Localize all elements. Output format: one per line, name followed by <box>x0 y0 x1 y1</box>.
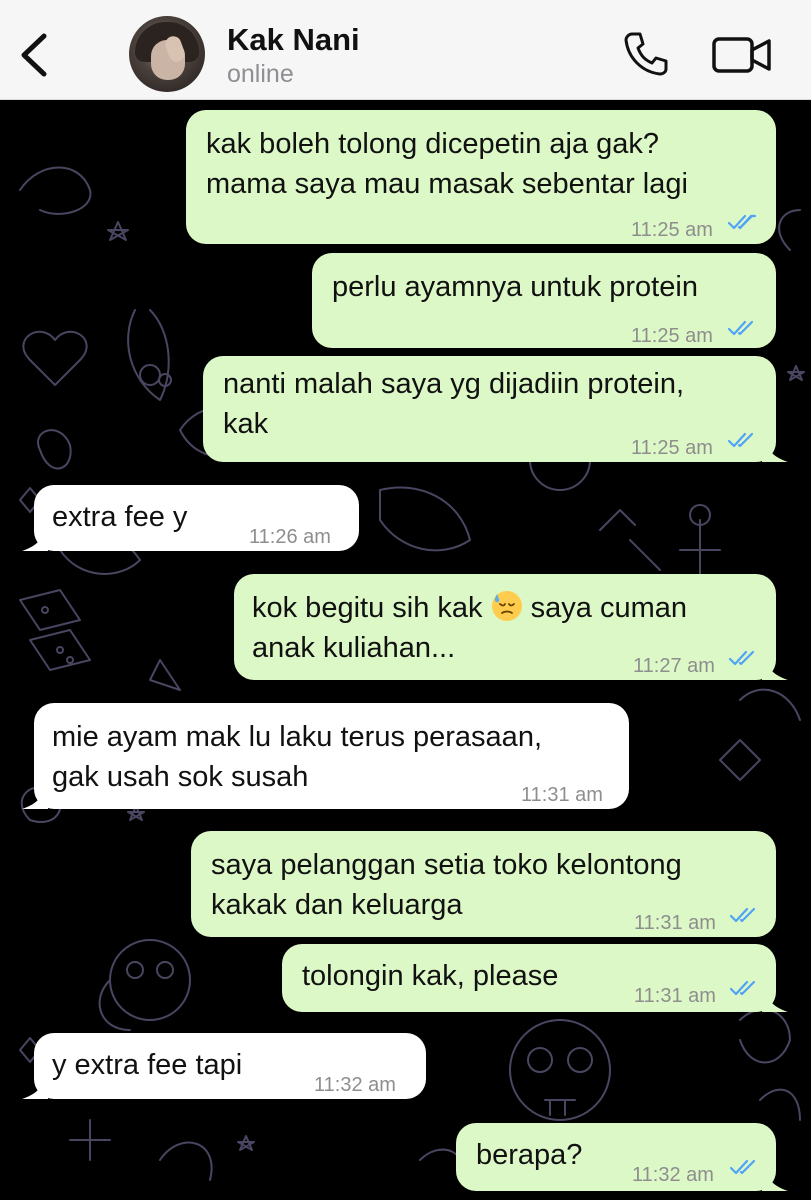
double-check-icon <box>727 320 754 336</box>
contact-name[interactable]: Kak Nani <box>227 22 360 58</box>
avatar[interactable] <box>129 16 205 92</box>
bubble-tail <box>22 785 48 809</box>
message-bubble-outgoing[interactable]: tolongin kak, please 11:31 am <box>282 944 788 1012</box>
message-bubble-outgoing[interactable]: perlu ayamnya untuk protein 11:25 am <box>312 253 776 348</box>
message-bubble-incoming[interactable]: mie ayam mak lu laku terus perasaan, gak… <box>22 703 629 809</box>
message-bubble-outgoing[interactable]: kok begitu sih kak saya cuman anak kulia… <box>234 574 788 680</box>
message-bubble-outgoing[interactable]: nanti malah saya yg dijadiin protein, ka… <box>203 356 788 462</box>
message-bubble-incoming[interactable]: y extra fee tapi 11:32 am <box>22 1033 426 1099</box>
double-check-icon <box>727 432 754 448</box>
double-check-icon <box>727 214 757 230</box>
video-camera-icon[interactable] <box>712 36 772 74</box>
message-text: tolongin kak, please <box>302 960 559 992</box>
double-check-icon <box>729 980 756 996</box>
message-text: mie ayam mak lu laku terus perasaan, gak… <box>52 721 542 793</box>
message-text: kok begitu sih kak saya cuman <box>252 591 687 624</box>
message-text: perlu ayamnya untuk protein <box>332 271 698 303</box>
contact-status: online <box>227 60 294 88</box>
chat-header: Kak Nani online <box>0 0 811 100</box>
double-check-icon <box>728 650 755 666</box>
message-text: saya pelanggan setia toko kelontong kaka… <box>211 849 682 921</box>
message-text: berapa? <box>476 1139 583 1171</box>
message-text: nanti malah saya yg dijadiin protein, ka… <box>223 368 685 440</box>
double-check-icon <box>729 1159 756 1175</box>
message-text: extra fee y <box>52 501 188 533</box>
message-time: 11:25 am <box>631 437 713 459</box>
chat-area[interactable]: kak boleh tolong dicepetin aja gak? mama… <box>0 100 811 1200</box>
message-text-wrapped: anak kuliahan... <box>252 632 456 664</box>
message-bubble-incoming[interactable]: extra fee y 11:26 am <box>22 485 359 551</box>
message-time: 11:25 am <box>631 325 713 347</box>
phone-icon[interactable] <box>622 30 670 78</box>
message-text: kak boleh tolong dicepetin aja gak? mama… <box>206 128 688 200</box>
message-time: 11:27 am <box>633 655 715 677</box>
bubble-tail <box>762 656 788 680</box>
message-time: 11:26 am <box>249 526 331 548</box>
message-bubble-outgoing[interactable]: berapa? 11:32 am <box>456 1123 788 1191</box>
bubble-tail <box>22 527 48 551</box>
double-check-icon <box>729 907 756 923</box>
chevron-left-icon[interactable] <box>14 30 54 80</box>
bubble-tail <box>762 1167 788 1191</box>
bubble-tail <box>762 988 788 1012</box>
message-bubble-outgoing[interactable]: kak boleh tolong dicepetin aja gak? mama… <box>186 110 776 244</box>
message-time: 11:31 am <box>634 985 716 1007</box>
message-time: 11:31 am <box>634 912 716 934</box>
downcast-face-with-sweat-icon <box>491 591 522 621</box>
message-time: 11:32 am <box>632 1164 714 1186</box>
message-text: y extra fee tapi <box>52 1049 243 1081</box>
message-time: 11:32 am <box>314 1074 396 1096</box>
message-bubble-outgoing[interactable]: saya pelanggan setia toko kelontong kaka… <box>191 831 776 937</box>
message-time: 11:31 am <box>521 784 603 806</box>
bubble-tail <box>22 1075 48 1099</box>
message-time: 11:25 am <box>631 219 713 241</box>
bubble-tail <box>762 438 788 462</box>
